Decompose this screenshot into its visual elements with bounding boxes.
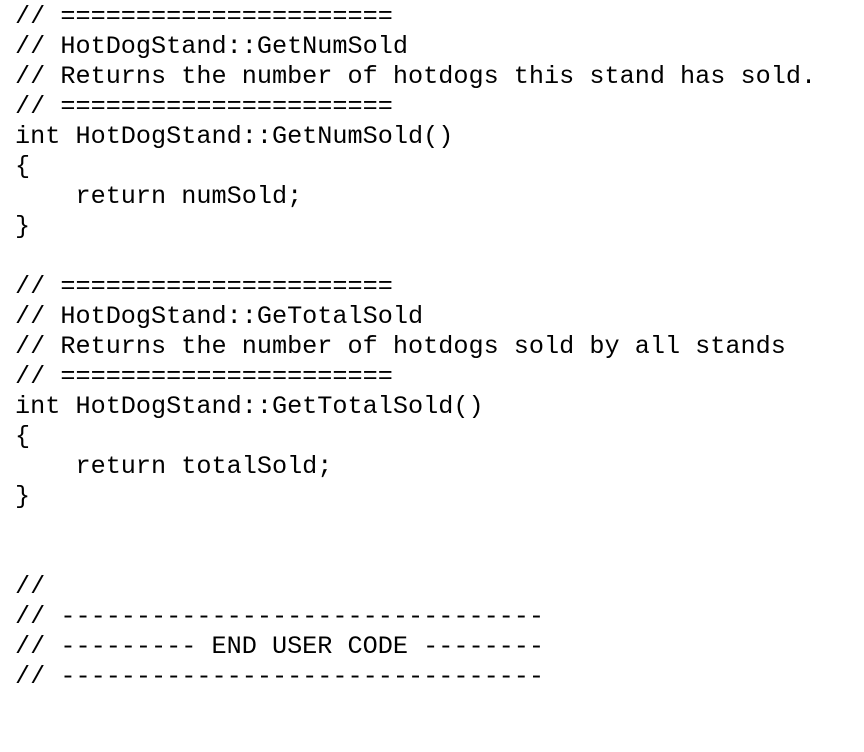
comment-dash-rule: // -------------------------------- [15, 662, 545, 691]
comment-function-name: // HotDogStand::GetNumSold [15, 32, 408, 61]
comment-dash-rule: // -------------------------------- [15, 602, 545, 631]
return-statement: return totalSold; [15, 452, 333, 481]
close-brace: } [15, 482, 31, 511]
open-brace: { [15, 422, 31, 451]
comment-separator: // ====================== [15, 2, 393, 31]
open-brace: { [15, 152, 31, 181]
comment-separator: // ====================== [15, 362, 393, 391]
comment-description: // Returns the number of hotdogs this st… [15, 62, 817, 91]
comment-separator: // ====================== [15, 92, 393, 121]
return-statement: return numSold; [15, 182, 303, 211]
function-signature: int HotDogStand::GetTotalSold() [15, 392, 484, 421]
code-listing: // ====================== // HotDogStand… [15, 2, 816, 692]
comment-separator: // ====================== [15, 272, 393, 301]
function-signature: int HotDogStand::GetNumSold() [15, 122, 454, 151]
comment-description: // Returns the number of hotdogs sold by… [15, 332, 786, 361]
comment-function-name: // HotDogStand::GeTotalSold [15, 302, 424, 331]
close-brace: } [15, 212, 31, 241]
end-user-code-banner: // --------- END USER CODE -------- [15, 632, 545, 661]
comment-marker: // [15, 572, 46, 601]
